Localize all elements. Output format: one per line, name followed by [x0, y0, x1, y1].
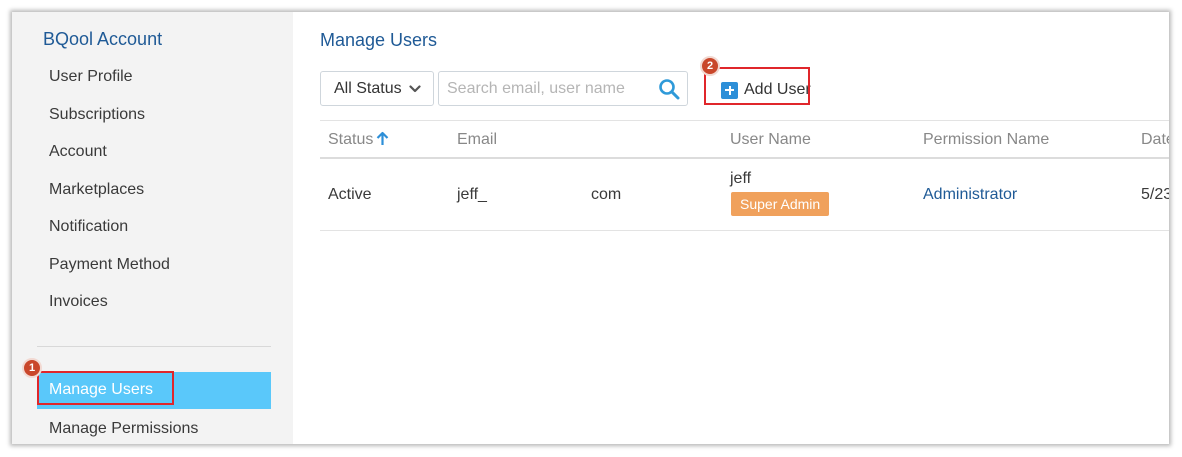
column-header-user-name[interactable]: User Name [730, 131, 811, 149]
chevron-down-icon [409, 85, 421, 93]
sidebar-item-invoices[interactable]: Invoices [49, 293, 108, 311]
status-filter-value: All Status [334, 80, 402, 97]
sidebar-item-manage-permissions[interactable]: Manage Permissions [49, 420, 198, 438]
sidebar-item-notification[interactable]: Notification [49, 218, 128, 236]
sidebar-item-manage-users[interactable]: Manage Users [37, 372, 271, 409]
table-header: Status Email User Name Permission Name D… [320, 120, 1169, 159]
sort-ascending-icon[interactable] [376, 131, 389, 146]
table-row[interactable]: Active jeff_ com jeff Super Admin Admini… [320, 160, 1169, 231]
sidebar-item-account[interactable]: Account [49, 143, 107, 161]
cell-status: Active [328, 186, 372, 203]
plus-icon [721, 81, 738, 99]
sidebar-item-subscriptions[interactable]: Subscriptions [49, 106, 145, 124]
role-badge: Super Admin [731, 192, 830, 216]
page-title: Manage Users [320, 30, 438, 50]
column-header-email[interactable]: Email [457, 131, 497, 149]
sidebar-item-user-profile[interactable]: User Profile [49, 68, 133, 86]
column-header-status[interactable]: Status [328, 131, 389, 149]
sidebar-item-payment-method[interactable]: Payment Method [49, 256, 170, 274]
search-input[interactable] [447, 78, 647, 100]
status-filter-select[interactable]: All Status [320, 71, 434, 106]
column-header-permission-name[interactable]: Permission Name [923, 131, 1049, 149]
cell-user-name: jeff [730, 170, 752, 187]
permission-link[interactable]: Administrator [923, 186, 1017, 204]
add-user-label: Add User [744, 81, 811, 98]
sidebar: BQool Account User Profile Subscriptions… [12, 12, 293, 444]
app-window: BQool Account User Profile Subscriptions… [12, 12, 1169, 444]
main-content: Manage Users All Status Add User 2 Statu… [293, 12, 1169, 444]
cell-email-part1: jeff_ [457, 186, 487, 203]
sidebar-divider [37, 346, 271, 347]
search-box [438, 71, 688, 106]
add-user-button[interactable]: Add User [721, 79, 811, 101]
column-header-date[interactable]: Date [1141, 131, 1169, 149]
sidebar-title: BQool Account [43, 29, 163, 49]
step-badge-2: 2 [700, 56, 720, 76]
search-icon[interactable] [658, 78, 680, 100]
cell-date: 5/23 [1141, 186, 1169, 203]
sidebar-item-marketplaces[interactable]: Marketplaces [49, 181, 144, 199]
cell-email-part2: com [591, 186, 622, 203]
sidebar-item-label: Manage Users [49, 381, 154, 398]
step-badge-1: 1 [22, 358, 42, 378]
